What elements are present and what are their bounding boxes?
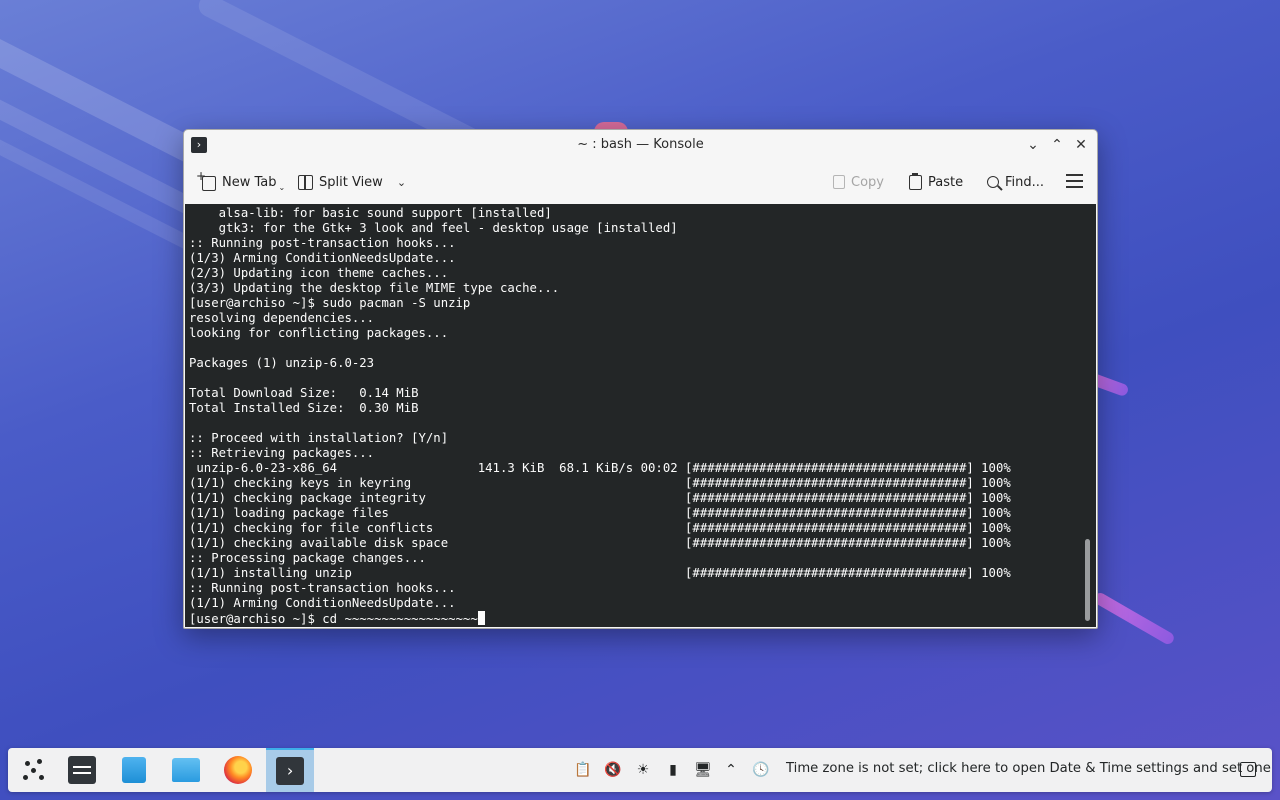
terminal-line: alsa-lib: for basic sound support [insta… <box>189 206 552 220</box>
maximize-button[interactable]: ⌃ <box>1047 135 1067 155</box>
terminal-scrollbar[interactable] <box>1085 539 1090 621</box>
find-button[interactable]: Find... <box>987 168 1044 196</box>
konsole-icon: › <box>276 757 304 785</box>
discover-icon <box>122 757 146 783</box>
terminal-line: (1/1) checking keys in keyring [########… <box>189 476 1011 490</box>
terminal-line: (1/1) loading package files [###########… <box>189 506 1011 520</box>
chevron-down-icon[interactable]: ⌄ <box>397 176 406 189</box>
terminal-line: resolving dependencies... <box>189 311 375 325</box>
terminal-line: Total Download Size: 0.14 MiB <box>189 386 419 400</box>
copy-icon <box>833 175 845 189</box>
task-konsole[interactable]: › <box>266 748 314 792</box>
terminal-line: (1/1) checking for file conflicts [#####… <box>189 521 1011 535</box>
chevron-down-icon: ⌄ <box>278 182 286 192</box>
paste-label: Paste <box>928 174 964 190</box>
brightness-icon[interactable]: ☀ <box>633 760 653 780</box>
konsole-toolbar: New Tab ⌄ Split View ⌄ Copy Paste Find..… <box>184 164 1097 202</box>
system-settings-icon <box>68 756 96 784</box>
wallpaper-accent <box>1092 590 1176 647</box>
terminal-line: :: Proceed with installation? [Y/n] <box>189 431 449 445</box>
terminal-line: (3/3) Updating the desktop file MIME typ… <box>189 281 560 295</box>
minimize-button[interactable]: ⌄ <box>1023 135 1043 155</box>
paste-icon <box>909 172 922 190</box>
folder-icon <box>172 758 200 782</box>
new-tab-icon <box>196 169 216 191</box>
usb-device-icon[interactable]: ▮ <box>663 760 683 780</box>
terminal-line: Total Installed Size: 0.30 MiB <box>189 401 419 415</box>
task-system-settings[interactable] <box>58 748 106 792</box>
timezone-message[interactable]: Time zone is not set; click here to open… <box>786 761 1271 776</box>
terminal-view[interactable]: alsa-lib: for basic sound support [insta… <box>185 204 1096 627</box>
terminal-line: gtk3: for the Gtk+ 3 look and feel - des… <box>189 221 678 235</box>
task-firefox[interactable] <box>214 748 262 792</box>
new-tab-button[interactable]: New Tab ⌄ <box>196 168 286 196</box>
split-view-label: Split View <box>319 174 383 190</box>
text-cursor <box>477 611 485 625</box>
chevron-up-icon[interactable]: ⌃ <box>721 760 741 780</box>
terminal-line: :: Processing package changes... <box>189 551 426 565</box>
terminal-prompt: [user@archiso ~]$ cd ~~~~~~~~~~~~~~~~~~ <box>189 612 478 626</box>
firefox-icon <box>224 756 252 784</box>
copy-label: Copy <box>851 174 884 190</box>
display-icon[interactable]: 🖥 <box>693 760 713 780</box>
copy-button[interactable]: Copy <box>833 168 884 196</box>
clipboard-icon[interactable]: 📋 <box>573 760 593 780</box>
terminal-line: (1/1) installing unzip [################… <box>189 566 1011 580</box>
split-view-icon <box>298 174 313 190</box>
window-title: ~ : bash — Konsole <box>577 137 704 152</box>
clock-alert-icon[interactable]: 🕓 <box>751 760 771 780</box>
terminal-line: (1/1) checking available disk space [###… <box>189 536 1011 550</box>
task-discover[interactable] <box>110 748 158 792</box>
find-label: Find... <box>1005 174 1045 190</box>
terminal-line: (1/1) checking package integrity [######… <box>189 491 1011 505</box>
split-view-button[interactable]: Split View ⌄ <box>298 168 406 196</box>
launcher-icon <box>23 759 45 781</box>
terminal-line: (1/1) Arming ConditionNeedsUpdate... <box>189 596 456 610</box>
volume-muted-icon[interactable]: 🔇 <box>603 760 623 780</box>
terminal-line: :: Retrieving packages... <box>189 446 375 460</box>
paste-button[interactable]: Paste <box>909 168 963 196</box>
terminal-prompt-line: [user@archiso ~]$ cd ~~~~~~~~~~~~~~~~~~ <box>189 611 1011 626</box>
konsole-window: › ~ : bash — Konsole ⌄ ⌃ ✕ New Tab ⌄ Spl… <box>183 129 1098 629</box>
window-titlebar[interactable]: › ~ : bash — Konsole ⌄ ⌃ ✕ <box>184 130 1097 160</box>
terminal-line: (2/3) Updating icon theme caches... <box>189 266 449 280</box>
terminal-line: looking for conflicting packages... <box>189 326 449 340</box>
terminal-line: (1/3) Arming ConditionNeedsUpdate... <box>189 251 456 265</box>
new-tab-label: New Tab <box>222 174 277 190</box>
terminal-output: alsa-lib: for basic sound support [insta… <box>189 206 1011 626</box>
task-dolphin[interactable] <box>162 748 210 792</box>
close-button[interactable]: ✕ <box>1071 135 1091 155</box>
taskbar-panel: › 📋 🔇 ☀ ▮ 🖥 ⌃ 🕓 Time zone is not set; cl… <box>8 748 1272 792</box>
search-icon <box>987 176 999 188</box>
terminal-line: :: Running post-transaction hooks... <box>189 581 456 595</box>
hamburger-menu-icon[interactable] <box>1066 174 1083 188</box>
terminal-line: :: Running post-transaction hooks... <box>189 236 456 250</box>
show-desktop-button[interactable] <box>1240 762 1256 777</box>
application-launcher-button[interactable] <box>10 748 58 792</box>
terminal-line: unzip-6.0-23-x86_64 141.3 KiB 68.1 KiB/s… <box>189 461 1011 475</box>
terminal-line: Packages (1) unzip-6.0-23 <box>189 356 375 370</box>
terminal-line: [user@archiso ~]$ sudo pacman -S unzip <box>189 296 471 310</box>
